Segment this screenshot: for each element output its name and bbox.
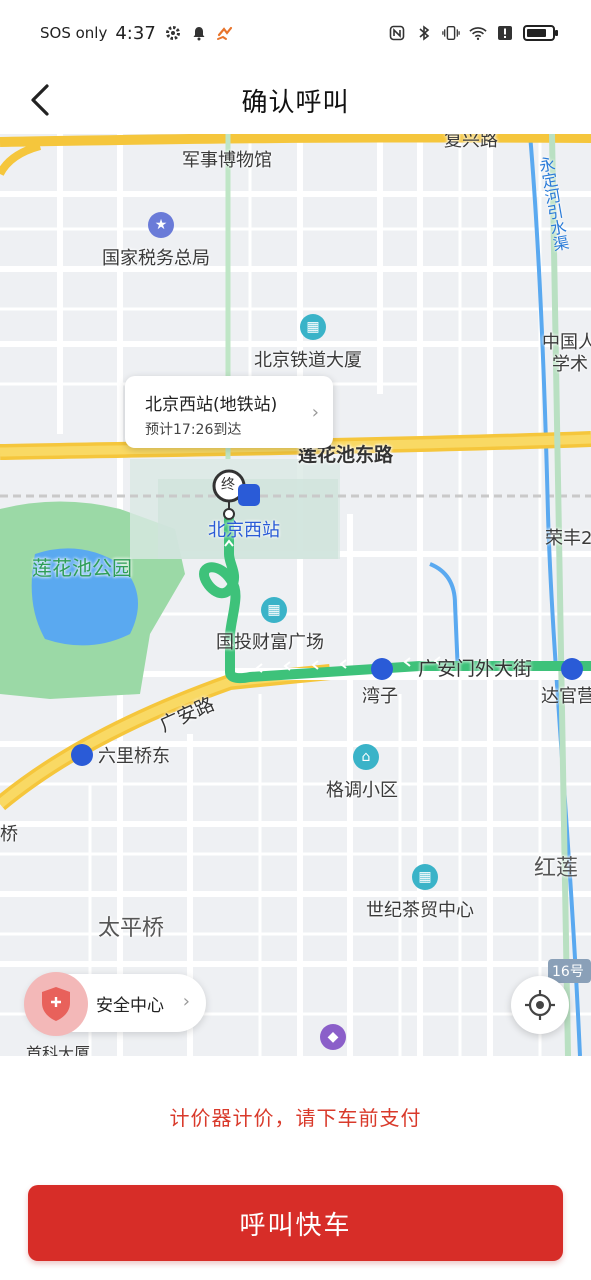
poi-xueshu[interactable]: 学术 — [552, 350, 588, 376]
nfc-icon — [388, 24, 406, 42]
chevron-right-icon: › — [182, 991, 190, 1012]
vibrate-icon — [442, 24, 460, 42]
battery-level — [527, 29, 546, 37]
gear-icon — [164, 24, 182, 42]
poi-century-tea-center[interactable]: 世纪茶贸中心 — [366, 896, 474, 922]
callout-title: 北京西站(地铁站) — [145, 395, 278, 415]
page-title: 确认呼叫 — [241, 87, 350, 118]
poi-qiao: 桥 — [0, 824, 18, 845]
safety-center-button[interactable]: 安全中心 › — [24, 972, 206, 1036]
poi-military-museum[interactable]: 军事博物馆 — [182, 146, 272, 172]
battery-icon — [523, 25, 558, 41]
map-view[interactable]: 终 军事博物馆 ★ 国家税务总局 ▦ 北京铁道大厦 莲花池东路 北京西站 莲花池… — [0, 134, 591, 1056]
back-button[interactable] — [18, 76, 62, 124]
poi-shouke-building[interactable]: 首科大厦 — [26, 1040, 90, 1056]
poi-honglian[interactable]: 红莲 — [534, 850, 578, 882]
chevron-right-icon: › — [311, 402, 319, 423]
road-16-shield: 16号 — [552, 964, 584, 980]
fare-note: 计价器计价，请下车前支付 — [169, 1106, 422, 1130]
map-canvas — [0, 134, 591, 1056]
poi-gediao-district[interactable]: 格调小区 — [326, 776, 398, 802]
locate-me-button[interactable] — [511, 976, 569, 1034]
poi-wanzi[interactable]: 湾子 — [362, 682, 398, 708]
poi-liuliqiao-east[interactable]: 六里桥东 — [98, 742, 170, 768]
building-poi-icon: ▦ — [412, 864, 438, 890]
status-left: SOS only 4:37 — [40, 23, 234, 44]
road-guanganmen-wai: 广安门外大街 — [418, 658, 533, 680]
home-poi-icon: ⌂ — [353, 744, 379, 770]
poi-lianhuachi-park[interactable]: 莲花池公园 — [32, 552, 132, 581]
status-right — [388, 24, 558, 42]
alert-icon — [496, 24, 514, 42]
poi-tax-bureau[interactable]: 国家税务总局 — [102, 244, 210, 270]
call-express-car-button[interactable]: 呼叫快车 — [28, 1185, 563, 1261]
poi-railway-building[interactable]: 北京铁道大厦 — [254, 346, 362, 372]
poi-guotou-plaza[interactable]: 国投财富广场 — [216, 628, 324, 654]
destination-callout[interactable]: 北京西站(地铁站) 预计17:26到达 › — [125, 376, 333, 448]
poi-beijing-west-station[interactable]: 北京西站 — [208, 516, 280, 542]
running-app-icon — [216, 24, 234, 42]
header: 确认呼叫 — [0, 66, 591, 134]
poi-taipingqiao[interactable]: 太平桥 — [98, 910, 164, 942]
building-poi-icon: ▦ — [300, 314, 326, 340]
crosshair-icon — [525, 990, 555, 1020]
status-time: 4:37 — [115, 22, 156, 44]
sos-text: SOS only — [40, 24, 108, 42]
callout-eta: 预计17:26到达 — [145, 422, 242, 438]
building-poi-icon: ▦ — [261, 597, 287, 623]
wifi-icon — [469, 24, 487, 42]
chevron-left-icon — [31, 84, 49, 116]
safety-center-label: 安全中心 — [96, 995, 164, 1016]
star-poi-icon: ★ — [148, 212, 174, 238]
bell-icon — [190, 24, 208, 42]
destination-marker-label: 终 — [221, 477, 235, 493]
shield-icon — [24, 972, 88, 1036]
poi-dagaungyuan[interactable]: 达官营 — [541, 682, 591, 708]
road-fuxing: 复兴路 — [444, 134, 498, 151]
status-bar: SOS only 4:37 — [0, 0, 591, 66]
shopping-bag-icon: ◆ — [320, 1024, 346, 1050]
bluetooth-icon — [415, 24, 433, 42]
poi-rongfeng[interactable]: 荣丰2 — [545, 524, 591, 550]
